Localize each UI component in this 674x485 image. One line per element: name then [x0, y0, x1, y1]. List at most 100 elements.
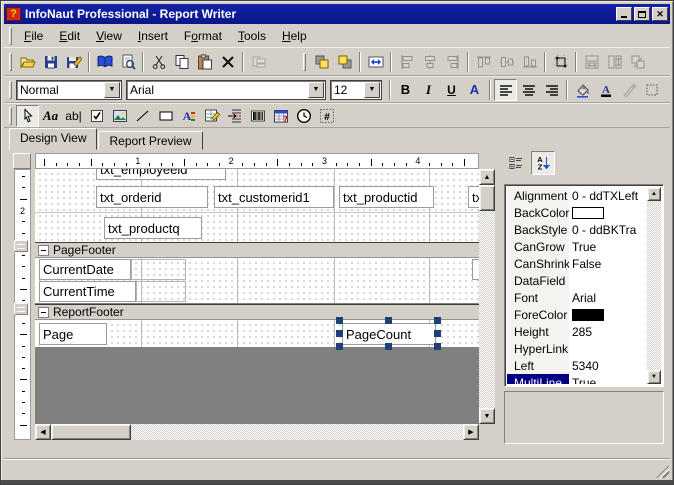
field-productq[interactable]: txt_productq [104, 217, 202, 239]
font-combobox[interactable]: Arial ▼ [126, 79, 326, 100]
property-value[interactable]: True [569, 240, 647, 254]
scrollbar-track[interactable] [647, 187, 661, 384]
collapse-icon[interactable] [38, 244, 49, 256]
make-same-width-button[interactable] [580, 51, 603, 73]
clock-tool-button[interactable] [292, 105, 315, 127]
size-combobox[interactable]: 12 ▼ [330, 79, 382, 100]
band-header-reportfooter[interactable]: ReportFooter [35, 304, 479, 320]
toolbox-grip[interactable] [9, 106, 12, 125]
band-header-pagefooter[interactable]: PageFooter [35, 242, 479, 258]
menu-help[interactable]: Help [274, 27, 315, 45]
field-customerid1[interactable]: txt_customerid1 [214, 186, 334, 208]
menu-edit[interactable]: Edit [51, 27, 88, 45]
save-as-button[interactable] [62, 51, 85, 73]
scroll-left-button[interactable]: ◀ [35, 424, 51, 440]
property-value[interactable]: 0 - ddTXLeft [569, 189, 647, 203]
copy-button[interactable] [170, 51, 193, 73]
italic-button[interactable]: I [417, 79, 440, 101]
format-toolbar-grip[interactable] [9, 80, 12, 99]
property-row-font[interactable]: Font Arial [507, 289, 647, 306]
borders-button[interactable] [640, 79, 663, 101]
field-currenttime[interactable]: CurrentTime [39, 281, 136, 302]
menu-file[interactable]: File [16, 27, 51, 45]
scrollbar-thumb[interactable] [51, 424, 131, 440]
categorized-button[interactable] [504, 151, 528, 175]
band-resize-handle[interactable] [14, 303, 28, 315]
property-row-hyperlink[interactable]: HyperLink [507, 340, 647, 357]
field-orderid[interactable]: txt_orderid [96, 186, 208, 208]
report-canvas[interactable]: txt_employeeid txt_orderid txt_customerid1… [35, 169, 479, 424]
toolbar-grip[interactable] [9, 52, 12, 71]
chevron-down-icon[interactable]: ▼ [364, 81, 380, 98]
shape-tool-button[interactable] [154, 105, 177, 127]
reorder-button[interactable] [247, 51, 270, 73]
minimize-button[interactable] [616, 7, 632, 21]
font-style-button[interactable]: A [463, 79, 486, 101]
pagebreak-tool-button[interactable] [223, 105, 246, 127]
print-preview-button[interactable] [116, 51, 139, 73]
make-same-size-button[interactable] [626, 51, 649, 73]
chevron-down-icon[interactable]: ▼ [104, 81, 120, 98]
align-centers-button[interactable] [418, 51, 441, 73]
selection-handle[interactable] [385, 317, 392, 324]
menu-format[interactable]: Format [176, 27, 230, 45]
calendar-tool-button[interactable]: 7 [269, 105, 292, 127]
scroll-down-button[interactable]: ▼ [647, 370, 661, 384]
richtext-tool-button[interactable]: A [177, 105, 200, 127]
align-right-button[interactable] [540, 79, 563, 101]
scroll-right-button[interactable]: ▶ [463, 424, 479, 440]
maximize-button[interactable] [634, 7, 650, 21]
selection-handle[interactable] [336, 317, 343, 324]
data-source-button[interactable] [93, 51, 116, 73]
field-page[interactable]: Page [39, 323, 107, 345]
paste-button[interactable] [193, 51, 216, 73]
align-left-button[interactable] [494, 78, 517, 101]
field-orderd[interactable]: txt_orderd [468, 186, 479, 208]
align-middles-button[interactable] [495, 51, 518, 73]
save-button[interactable] [39, 51, 62, 73]
color-swatch[interactable] [572, 206, 604, 219]
bring-to-front-button[interactable] [310, 51, 333, 73]
canvas-vertical-scrollbar[interactable]: ▲ ▼ [479, 169, 495, 424]
field-currentdate[interactable]: CurrentDate [39, 259, 131, 280]
canvas-horizontal-scrollbar[interactable]: ◀ ▶ [35, 424, 479, 440]
property-row-multiline[interactable]: MultiLine True [507, 374, 647, 384]
align-center-button[interactable] [517, 79, 540, 101]
alphabetic-sort-button[interactable]: AZ [531, 151, 555, 175]
property-row-forecolor[interactable]: ForeColor [507, 306, 647, 323]
line-tool-button[interactable] [131, 105, 154, 127]
delete-button[interactable] [216, 51, 239, 73]
fill-color-button[interactable] [571, 79, 594, 101]
align-rights-button[interactable] [441, 51, 464, 73]
collapse-icon[interactable] [38, 306, 49, 318]
property-value[interactable]: Arial [569, 291, 647, 305]
send-to-back-button[interactable] [333, 51, 356, 73]
property-row-left[interactable]: Left 5340 [507, 357, 647, 374]
color-swatch[interactable] [572, 308, 604, 321]
barcode-tool-button[interactable] [246, 105, 269, 127]
scroll-down-button[interactable]: ▼ [479, 408, 495, 424]
align-lefts-button[interactable] [395, 51, 418, 73]
selection-handle[interactable] [434, 343, 441, 350]
property-value[interactable]: False [569, 257, 647, 271]
scrollbar-thumb[interactable] [479, 185, 495, 211]
band-resize-handle[interactable] [14, 240, 28, 252]
selection-handle[interactable] [385, 343, 392, 350]
property-row-backcolor[interactable]: BackColor [507, 204, 647, 221]
property-grid-scrollbar[interactable]: ▲ ▼ [647, 187, 661, 384]
toolbar-grip[interactable] [303, 52, 306, 71]
chevron-down-icon[interactable]: ▼ [308, 81, 324, 98]
scroll-up-button[interactable]: ▲ [647, 187, 661, 201]
subreport-tool-button[interactable] [200, 105, 223, 127]
close-button[interactable]: ✕ [652, 7, 668, 21]
checkbox-tool-button[interactable] [85, 105, 108, 127]
field-tool-button[interactable]: # [315, 105, 338, 127]
field-cd_box[interactable] [131, 259, 186, 280]
menu-tools[interactable]: Tools [230, 27, 274, 45]
property-row-datafield[interactable]: DataField [507, 272, 647, 289]
open-button[interactable] [16, 51, 39, 73]
scroll-up-button[interactable]: ▲ [479, 169, 495, 185]
property-value[interactable]: 285 [569, 325, 647, 339]
menu-insert[interactable]: Insert [130, 27, 176, 45]
property-row-cangrow[interactable]: CanGrow True [507, 238, 647, 255]
